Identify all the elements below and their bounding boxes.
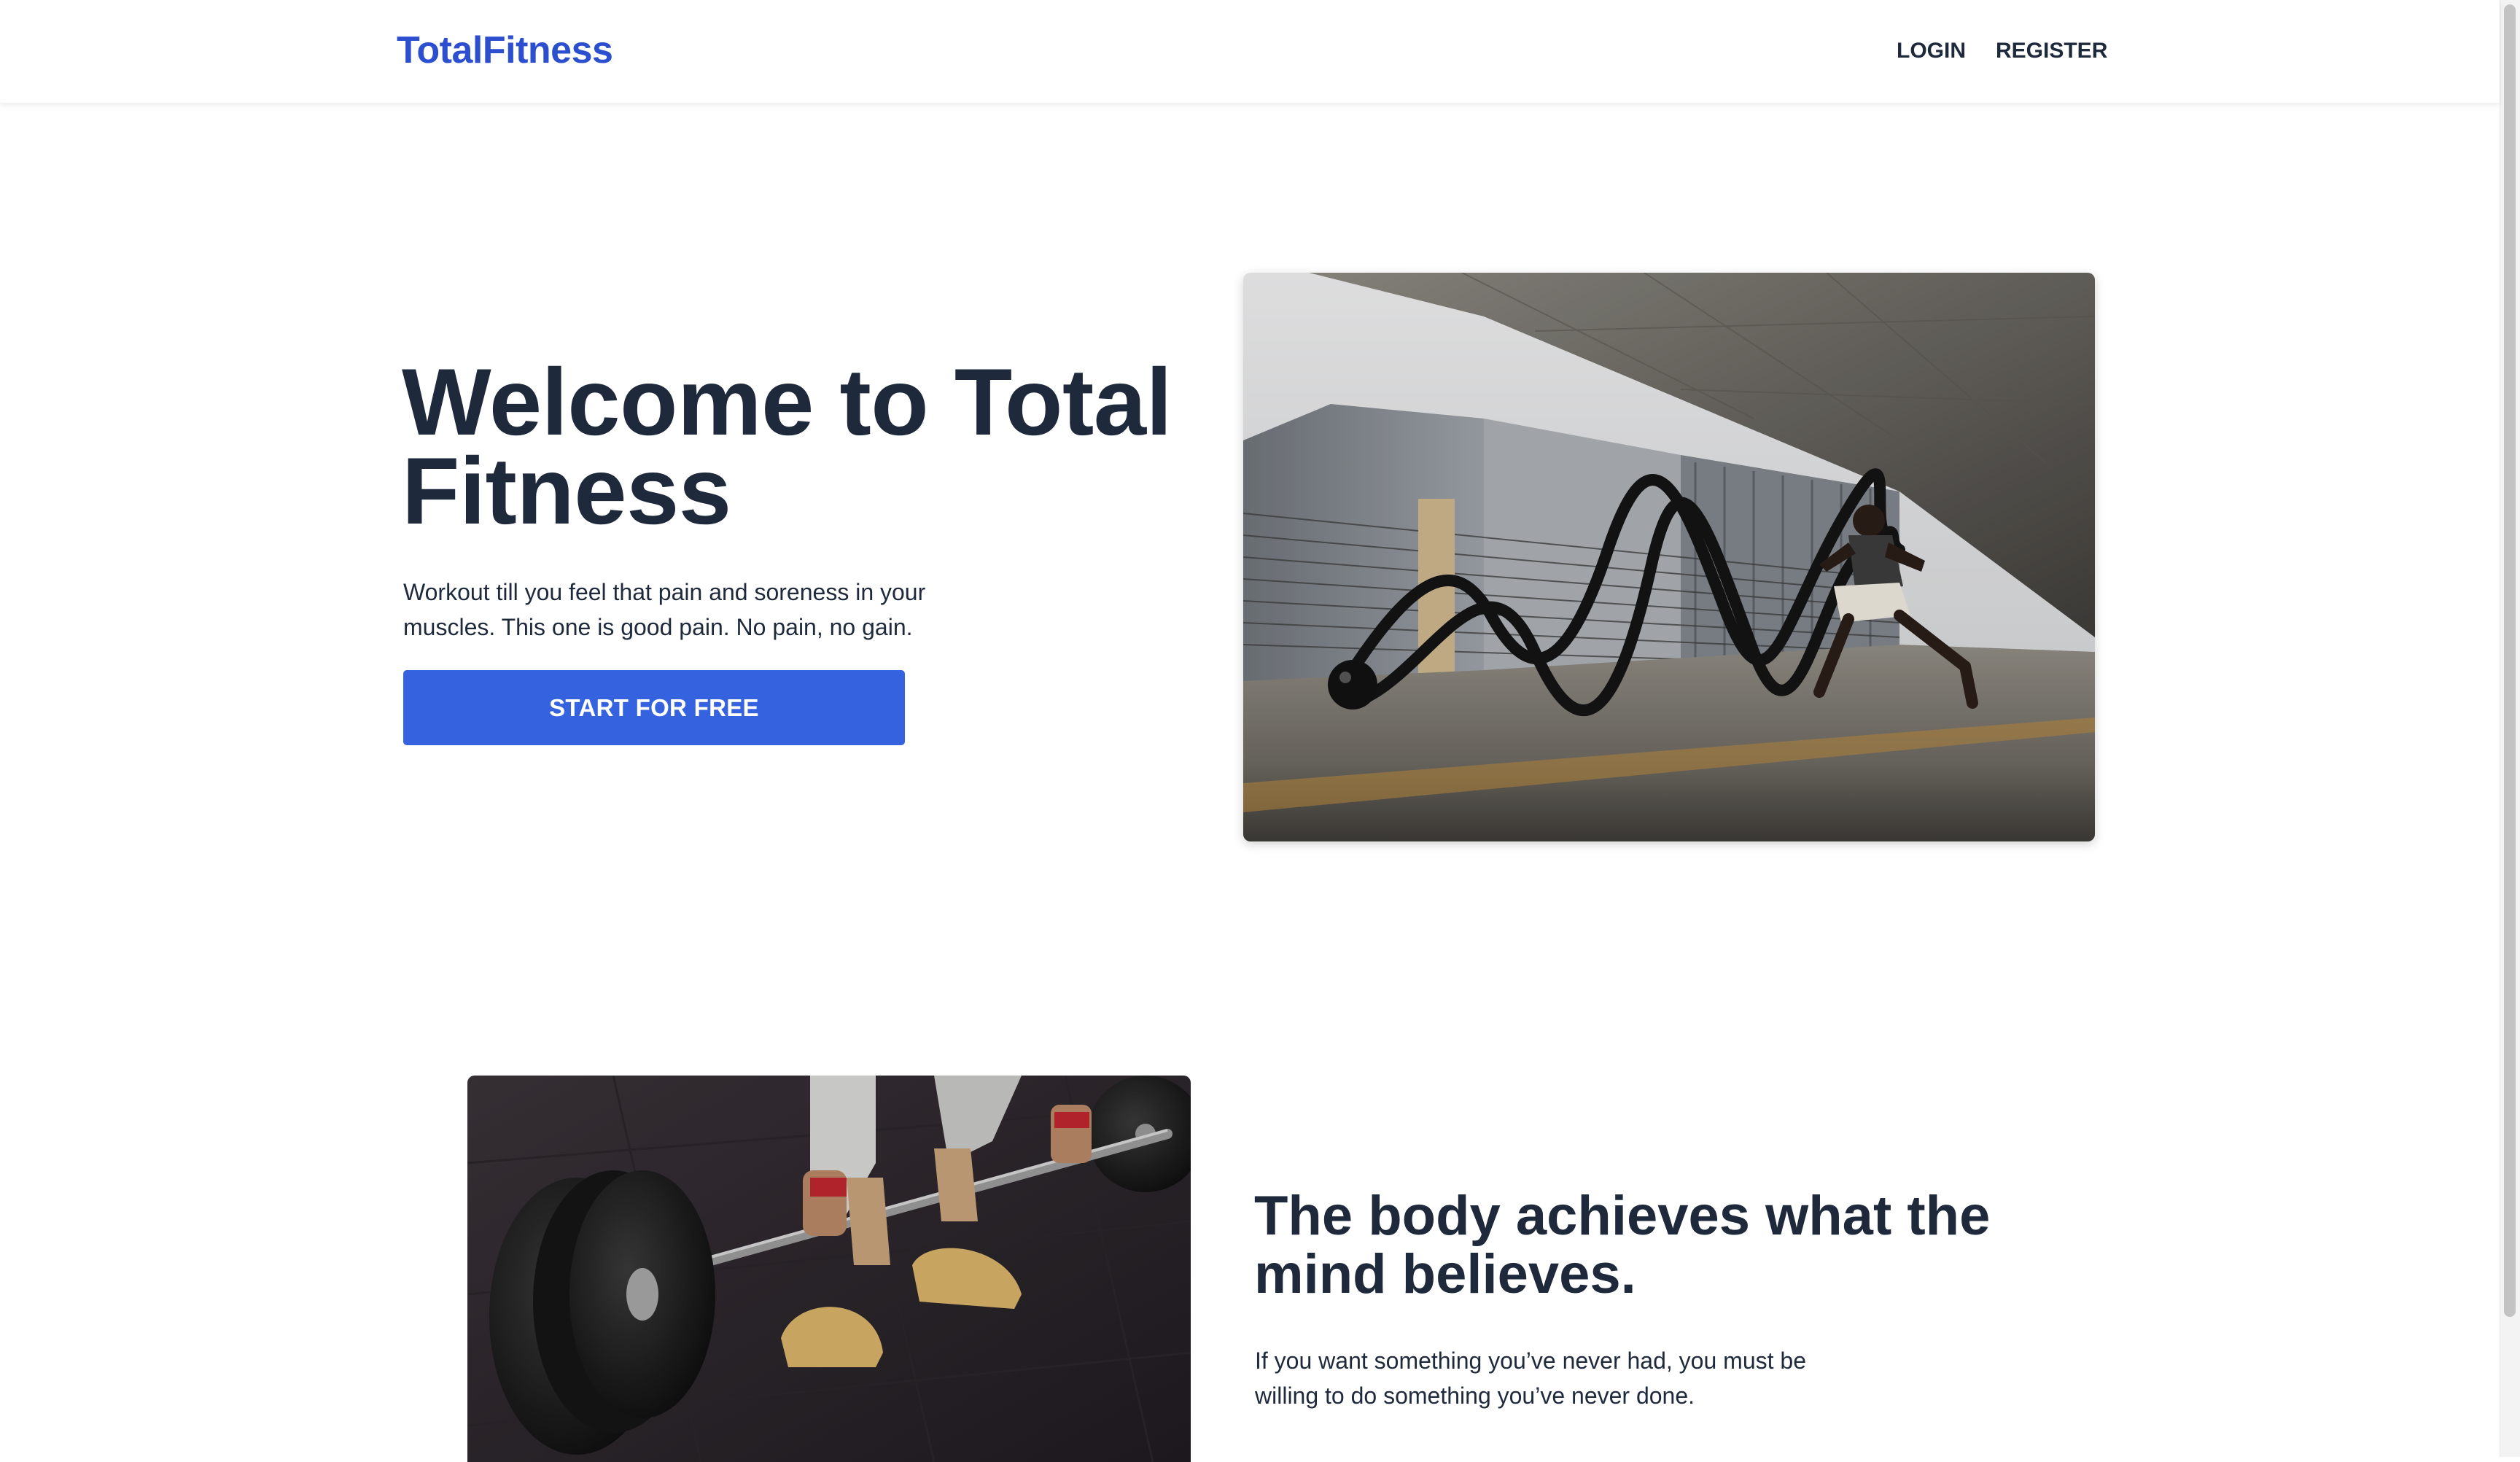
page-scrollbar-thumb[interactable] — [2504, 4, 2516, 1317]
hero-description: Workout till you feel that pain and sore… — [403, 579, 926, 640]
nav-login-link[interactable]: LOGIN — [1897, 38, 1966, 64]
site-header: TotalFitness LOGIN REGISTER — [0, 0, 2500, 104]
site-logo[interactable]: TotalFitness — [397, 28, 613, 73]
nav-register-link[interactable]: REGISTER — [1996, 38, 2107, 64]
barbell-deadlift-photo — [467, 1076, 1191, 1462]
hero-title: Welcome to Total Fitness — [402, 349, 1172, 544]
feature-description: If you want something you’ve never had, … — [1255, 1348, 1806, 1409]
start-for-free-button[interactable]: START FOR FREE — [403, 670, 905, 745]
feature-title: The body achieves what the mind believes… — [1254, 1185, 1991, 1305]
battle-ropes-workout-photo — [1243, 273, 2095, 841]
